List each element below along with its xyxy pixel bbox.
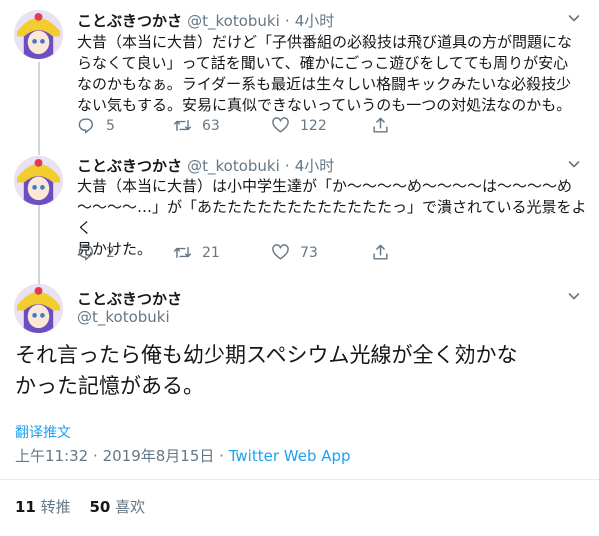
share-icon	[371, 243, 390, 262]
chevron-down-icon[interactable]	[568, 290, 580, 302]
share-button[interactable]	[371, 243, 390, 262]
retweet-icon	[173, 243, 192, 262]
display-name[interactable]: ことぶきつかさ	[77, 12, 182, 30]
retweet-count: 21	[202, 244, 220, 261]
tweet-text: 大昔（本当に大昔）だけど「子供番組の必殺技は飛び道具の方が問題にな らなくて良い…	[77, 33, 573, 114]
like-icon	[271, 243, 290, 262]
display-name[interactable]: ことぶきつかさ	[77, 288, 182, 309]
like-button[interactable]: 73	[271, 243, 318, 262]
tweet[interactable]: ことぶきつかさ @t_kotobuki · 4小时 大昔（本当に大昔）は小中学生…	[0, 152, 599, 280]
like-icon	[271, 116, 290, 135]
retweet-button[interactable]: 63	[173, 116, 220, 135]
tweet[interactable]: ことぶきつかさ @t_kotobuki · 4小时 大昔（本当に大昔）だけど「子…	[0, 0, 599, 150]
focused-tweet: ことぶきつかさ @t_kotobuki それ言ったら俺も幼少期スペシウム光線が全…	[0, 280, 599, 536]
divider	[0, 479, 599, 480]
retweet-total: 11	[15, 498, 36, 516]
likes-label: 喜欢	[115, 498, 146, 516]
like-count: 73	[300, 244, 318, 261]
chevron-down-icon[interactable]	[568, 158, 580, 170]
username[interactable]: @t_kotobuki	[187, 12, 280, 30]
reply-icon	[77, 116, 96, 135]
tweet-time[interactable]: 4小时	[295, 157, 335, 175]
username[interactable]: @t_kotobuki	[187, 157, 280, 175]
translate-link[interactable]: 翻译推文	[15, 422, 71, 442]
tweet-date[interactable]: 2019年8月15日	[103, 447, 215, 465]
reply-count: 5	[106, 117, 115, 134]
reply-count: 2	[106, 244, 115, 261]
display-name[interactable]: ことぶきつかさ	[77, 157, 182, 175]
tweet-time[interactable]: 上午11:32	[15, 447, 88, 465]
avatar[interactable]	[14, 284, 63, 333]
reply-icon	[77, 243, 96, 262]
separator: ·	[284, 12, 290, 30]
tweet-text: それ言ったら俺も幼少期スペシウム光線が全く効かな かった記憶がある。	[15, 343, 518, 398]
tweet-time[interactable]: 4小时	[295, 12, 335, 30]
tweet-meta: 上午11:32 · 2019年8月15日 · Twitter Web App	[15, 445, 351, 466]
share-icon	[371, 116, 390, 135]
avatar[interactable]	[14, 10, 63, 59]
retweets-stat[interactable]: 11 转推	[15, 498, 75, 516]
separator: ·	[284, 157, 290, 175]
retweets-label: 转推	[40, 498, 71, 516]
retweet-icon	[173, 116, 192, 135]
like-button[interactable]: 122	[271, 116, 327, 135]
source-link[interactable]: Twitter Web App	[229, 447, 351, 465]
reply-button[interactable]: 2	[77, 243, 115, 262]
reply-button[interactable]: 5	[77, 116, 115, 135]
share-button[interactable]	[371, 116, 390, 135]
avatar[interactable]	[14, 156, 63, 205]
retweet-button[interactable]: 21	[173, 243, 220, 262]
separator: ·	[219, 447, 224, 465]
like-total: 50	[89, 498, 111, 516]
retweet-count: 63	[202, 117, 220, 134]
tweet-actions: 2 21 73	[77, 243, 397, 263]
separator: ·	[93, 447, 98, 465]
username[interactable]: @t_kotobuki	[77, 308, 170, 326]
likes-stat[interactable]: 50 喜欢	[89, 498, 145, 516]
tweet-stats: 11 转推 50 喜欢	[15, 496, 145, 517]
chevron-down-icon[interactable]	[568, 12, 580, 24]
tweet-actions: 5 63 122	[77, 116, 397, 136]
like-count: 122	[300, 117, 327, 134]
